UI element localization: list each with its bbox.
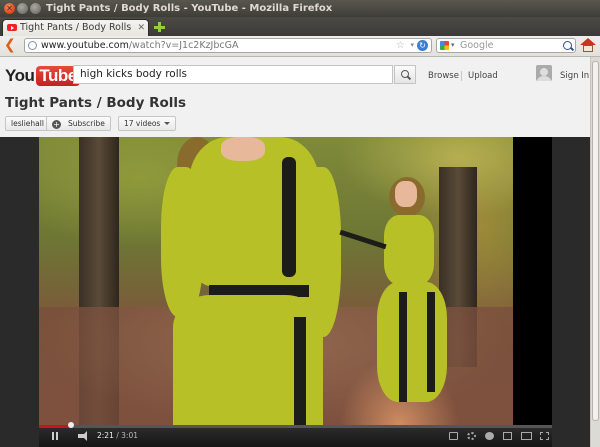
sign-in-link[interactable]: Sign In [560, 70, 589, 82]
engine-dropdown-icon[interactable]: ▾ [451, 39, 455, 52]
youtube-search-input[interactable]: high kicks body rolls [73, 65, 393, 84]
url-path: /watch?v=J1c2KzJbcGA [128, 40, 239, 51]
browser-search-box[interactable]: ▾ Google [436, 38, 576, 53]
tab-strip: Tight Pants / Body Rolls - YouTube ✕ [0, 17, 600, 36]
youtube-icon [7, 24, 17, 31]
figure-legs [377, 282, 447, 402]
browser-search-placeholder: Google [460, 40, 494, 51]
progress-handle[interactable] [67, 422, 74, 428]
home-icon[interactable] [580, 38, 596, 53]
fullscreen-icon[interactable] [540, 432, 549, 440]
window-close-button[interactable]: ✕ [4, 3, 15, 14]
figure-arm [339, 229, 387, 250]
bookmark-star-icon[interactable]: ☆ [396, 39, 405, 52]
figure-torso [384, 215, 434, 285]
videos-dropdown[interactable]: 17 videos [118, 116, 177, 131]
subscribe-label: Subscribe [68, 119, 105, 128]
window-minimize-button[interactable] [17, 3, 28, 14]
progress-bar[interactable] [39, 422, 552, 428]
time-display: 2:21 / 3:01 [97, 431, 138, 441]
logo-you-text: You [5, 66, 35, 85]
videos-count-label: 17 videos [124, 119, 161, 128]
captions-icon[interactable] [449, 432, 458, 440]
channel-button[interactable]: lesliehall [5, 116, 50, 131]
video-title: Tight Pants / Body Rolls [5, 95, 187, 111]
browse-link[interactable]: Browse [428, 70, 459, 82]
current-time: 2:21 [97, 431, 114, 440]
plus-icon: + [52, 120, 61, 129]
back-arrow-icon[interactable]: ❮ [4, 38, 18, 52]
browser-tab[interactable]: Tight Pants / Body Rolls - YouTube ✕ [2, 19, 149, 36]
youtube-logo[interactable]: You Tube [5, 66, 80, 86]
scrollbar-thumb[interactable] [592, 61, 599, 421]
reload-icon[interactable]: ↻ [417, 40, 428, 51]
search-icon[interactable] [563, 41, 572, 50]
window-title: Tight Pants / Body Rolls - YouTube - Moz… [46, 3, 333, 14]
small-player-icon[interactable] [503, 432, 512, 440]
tab-label: Tight Pants / Body Rolls - YouTube [20, 22, 134, 33]
avatar[interactable] [536, 65, 552, 81]
figure-stripe [399, 292, 407, 402]
player-controls: 2:21 / 3:01 [39, 422, 552, 447]
new-tab-icon[interactable] [153, 21, 166, 33]
figure-stripe [282, 157, 296, 277]
figure-arm [161, 167, 203, 317]
info-icon[interactable] [485, 432, 494, 440]
figure-stripe [427, 292, 435, 392]
upload-link[interactable]: Upload [468, 70, 498, 82]
url-text: www.youtube.com/watch?v=J1c2KzJbcGA [41, 39, 238, 52]
large-player-icon[interactable] [521, 432, 532, 440]
youtube-page: You Tube high kicks body rolls Browse Upl… [0, 57, 590, 447]
window-maximize-button[interactable] [30, 3, 41, 14]
progress-fill [39, 425, 71, 428]
subscribe-button[interactable]: + Subscribe [46, 116, 111, 131]
google-icon [440, 41, 449, 50]
figure-face [395, 181, 417, 207]
history-dropdown-icon[interactable]: ▾ [410, 39, 414, 52]
page-scrollbar[interactable] [590, 57, 600, 447]
pause-icon[interactable] [52, 432, 58, 440]
figure-neck [221, 137, 265, 161]
figure-stripe [294, 317, 306, 425]
window-titlebar: ✕ Tight Pants / Body Rolls - YouTube - M… [0, 0, 600, 17]
gear-icon[interactable] [467, 432, 476, 440]
close-icon: ✕ [6, 4, 13, 13]
navigation-toolbar: ❮ www.youtube.com/watch?v=J1c2KzJbcGA ☆ … [0, 36, 600, 57]
tab-close-icon[interactable]: ✕ [137, 22, 145, 34]
address-bar[interactable]: www.youtube.com/watch?v=J1c2KzJbcGA ☆ ▾ … [24, 38, 432, 53]
video-image[interactable] [39, 137, 513, 425]
duration: 3:01 [121, 431, 138, 440]
youtube-search-button[interactable] [394, 65, 416, 84]
nav-divider [461, 71, 462, 81]
globe-icon [28, 41, 37, 50]
url-domain: www.youtube.com [41, 40, 129, 51]
volume-icon[interactable] [78, 431, 87, 441]
chevron-down-icon [164, 122, 171, 125]
video-player[interactable]: 2:21 / 3:01 [0, 137, 590, 447]
